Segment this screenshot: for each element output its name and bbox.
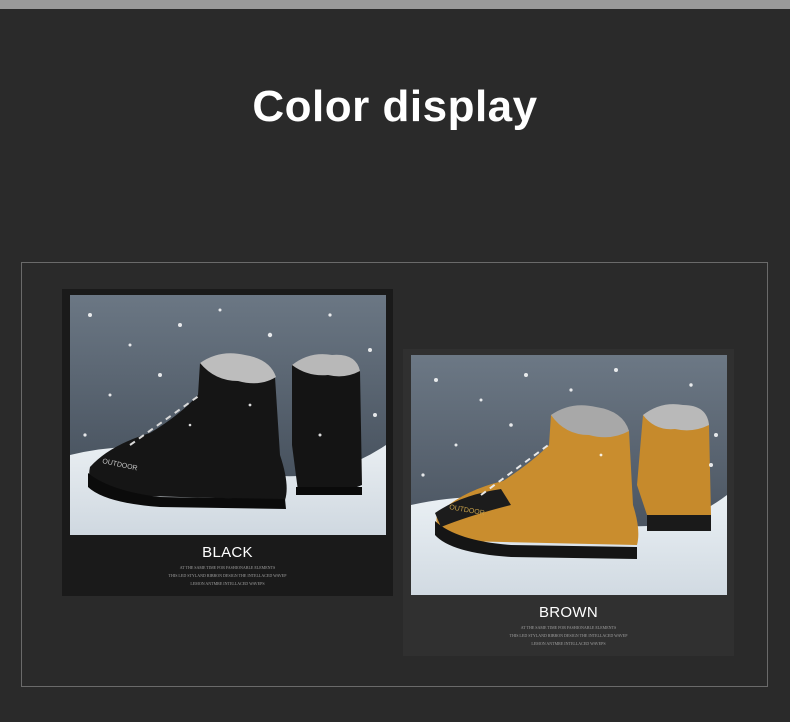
caption-line: AT THE SAME TIME FOR FASHIONABLE ELEMENT… (520, 625, 617, 630)
color-label-black: BLACK (202, 544, 253, 561)
caption-line: AT THE SAME TIME FOR FASHIONABLE ELEMENT… (179, 565, 276, 570)
black-boot-photo: OUTDOOR (70, 295, 386, 535)
color-card-brown[interactable]: OUTDOOR BROWN AT THE SAME TIME FOR FASHI… (403, 349, 734, 656)
caption-line: THIS LED STYLAND RIBBON DESIGN THE INTEL… (509, 633, 628, 638)
caption-line: THIS LED STYLAND RIBBON DESIGN THE INTEL… (168, 573, 287, 578)
brown-boot-photo: OUTDOOR (411, 355, 727, 595)
page-title: Color display (252, 82, 538, 131)
top-divider-strip (0, 0, 790, 9)
color-card-black[interactable]: OUTDOOR BLACK AT THE SAME TIME FOR FASHI… (62, 289, 393, 596)
caption-line: LEMON ANTMRE INTELLACED WAVEPS (531, 641, 606, 646)
caption-line: LEMON ANTMRE INTELLACED WAVEPS (190, 581, 265, 586)
color-label-brown: BROWN (539, 604, 598, 621)
